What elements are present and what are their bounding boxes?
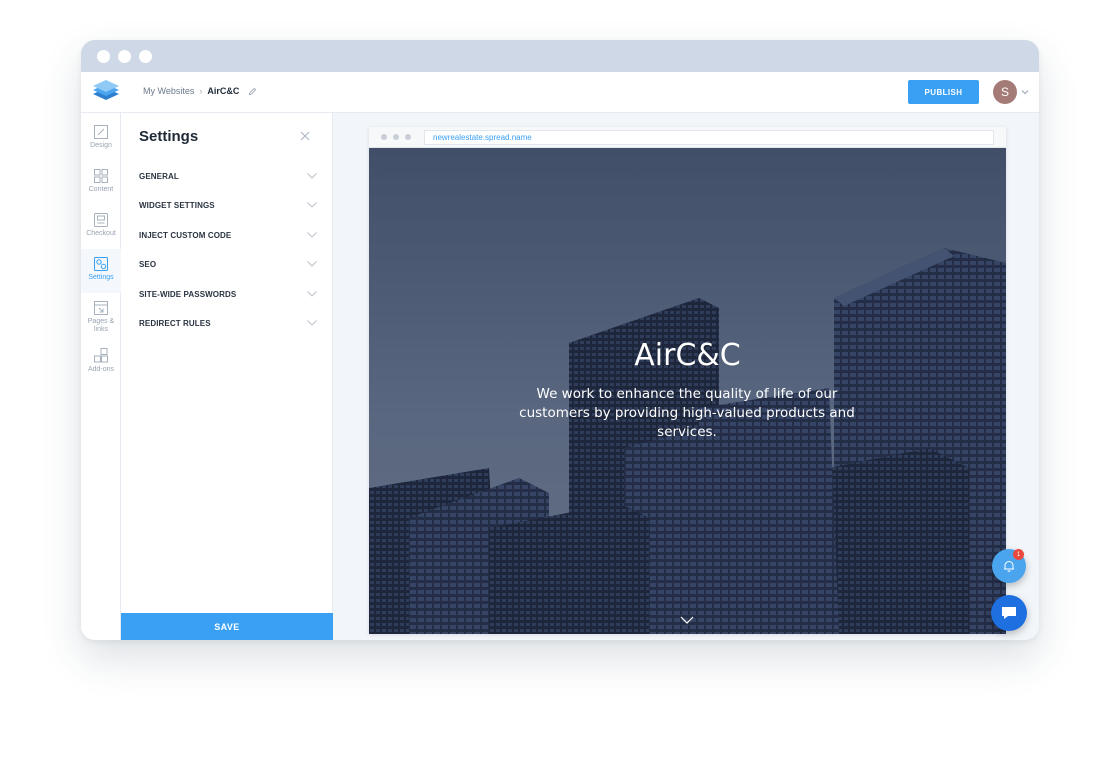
avatar[interactable]: S <box>993 80 1017 104</box>
chevron-down-icon[interactable] <box>680 616 694 625</box>
settings-section-inject-custom-code[interactable]: INJECT CUSTOM CODE <box>139 225 317 245</box>
preview-browser-bar: newrealestate.spread.name <box>369 127 1006 148</box>
settings-section-redirect-rules[interactable]: REDIRECT RULES <box>139 313 317 333</box>
breadcrumb-current-site: AirC&C <box>207 86 240 96</box>
preview-url-field[interactable]: newrealestate.spread.name <box>424 130 994 145</box>
nav-label-pages-links: Pages & links <box>87 318 115 333</box>
chevron-down-icon <box>307 202 317 208</box>
pencil-icon[interactable] <box>248 87 257 96</box>
app-window: My Websites › AirC&C PUBLISH S Design Co… <box>81 40 1039 640</box>
hero-subtitle: We work to enhance the quality of life o… <box>519 386 855 440</box>
nav-label-design: Design <box>90 142 112 149</box>
nav-label-settings: Settings <box>88 274 114 281</box>
top-bar: My Websites › AirC&C PUBLISH S <box>81 72 1039 113</box>
settings-gear-icon <box>94 257 108 271</box>
section-label: INJECT CUSTOM CODE <box>139 230 232 240</box>
spread-logo-icon[interactable] <box>91 79 121 105</box>
nav-item-pages-links[interactable]: Pages & links <box>81 293 121 337</box>
settings-title: Settings <box>139 128 199 145</box>
breadcrumb-separator: › <box>199 86 203 96</box>
nav-item-settings[interactable]: Settings <box>81 249 121 293</box>
chevron-down-icon <box>307 173 317 179</box>
section-label: REDIRECT RULES <box>139 318 211 328</box>
chevron-down-icon[interactable] <box>1020 87 1030 97</box>
window-titlebar <box>81 40 1039 72</box>
checkout-icon <box>94 213 108 227</box>
window-close-dot[interactable] <box>97 50 110 63</box>
notification-count-badge: 1 <box>1013 549 1024 560</box>
close-icon[interactable] <box>300 131 310 141</box>
nav-item-add-ons[interactable]: Add-ons <box>81 341 121 385</box>
breadcrumb-my-websites[interactable]: My Websites <box>143 86 194 96</box>
chat-button[interactable] <box>991 595 1027 631</box>
preview-dot <box>393 134 399 140</box>
left-nav: Design Content Checkout Settings Pages &… <box>81 113 121 640</box>
save-button[interactable]: SAVE <box>121 613 333 640</box>
content-grid-icon <box>94 169 108 183</box>
hero-section: AirC&C We work to enhance the quality of… <box>369 148 1006 634</box>
nav-label-content: Content <box>88 186 114 193</box>
bell-icon <box>1004 561 1014 572</box>
settings-section-site-wide-passwords[interactable]: SITE-WIDE PASSWORDS <box>139 284 317 304</box>
section-label: GENERAL <box>139 171 179 181</box>
design-icon <box>94 125 108 139</box>
preview-dot <box>381 134 387 140</box>
settings-section-general[interactable]: GENERAL <box>139 166 317 186</box>
addons-icon <box>94 348 108 363</box>
chevron-down-icon <box>307 320 317 326</box>
site-preview: newrealestate.spread.name AirC&C We work… <box>369 127 1006 634</box>
chevron-down-icon <box>307 291 317 297</box>
section-label: SITE-WIDE PASSWORDS <box>139 289 237 299</box>
chevron-down-icon <box>307 232 317 238</box>
settings-section-seo[interactable]: SEO <box>139 254 317 274</box>
hero-title: AirC&C <box>634 338 741 373</box>
chevron-down-icon <box>307 261 317 267</box>
pages-icon <box>94 301 108 315</box>
publish-button[interactable]: PUBLISH <box>908 80 979 104</box>
section-label: WIDGET SETTINGS <box>139 200 215 210</box>
settings-panel: Settings GENERAL WIDGET SETTINGS INJECT … <box>121 113 333 640</box>
nav-item-checkout[interactable]: Checkout <box>81 205 121 249</box>
nav-item-content[interactable]: Content <box>81 161 121 205</box>
chat-icon <box>1002 607 1016 619</box>
nav-label-checkout: Checkout <box>86 230 116 237</box>
preview-canvas: newrealestate.spread.name AirC&C We work… <box>333 113 1039 640</box>
breadcrumb: My Websites › AirC&C <box>143 86 257 96</box>
preview-dot <box>405 134 411 140</box>
window-minimize-dot[interactable] <box>118 50 131 63</box>
window-maximize-dot[interactable] <box>139 50 152 63</box>
nav-label-add-ons: Add-ons <box>87 366 115 373</box>
settings-section-widget-settings[interactable]: WIDGET SETTINGS <box>139 195 317 215</box>
nav-item-design[interactable]: Design <box>81 117 121 161</box>
section-label: SEO <box>139 259 157 269</box>
